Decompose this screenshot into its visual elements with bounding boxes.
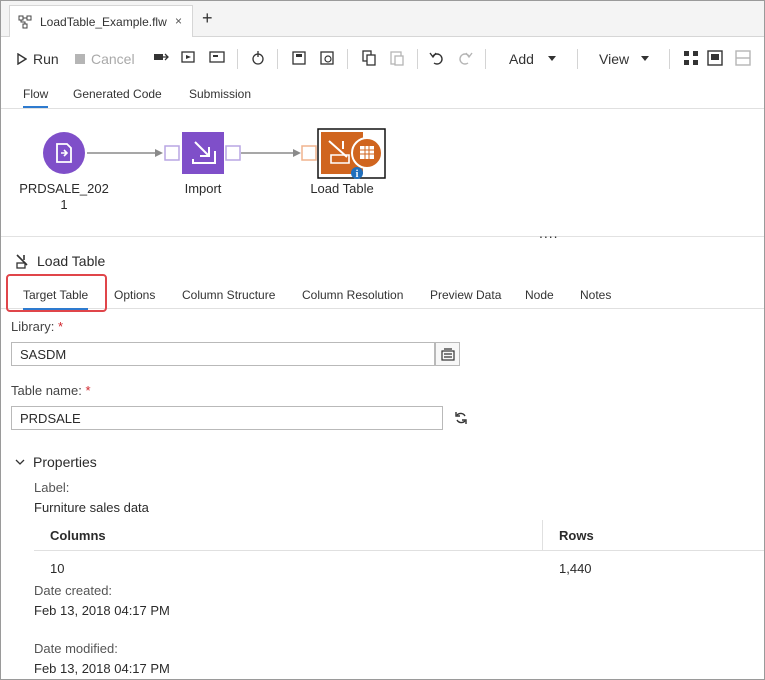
source-node-label-line1: PRDSALE_202 bbox=[19, 181, 109, 196]
library-label: Library: * bbox=[11, 319, 63, 334]
browse-library-button[interactable] bbox=[435, 342, 460, 366]
load-table-node-label: Load Table bbox=[310, 181, 374, 196]
view-tabs: Flow Generated Code Submission bbox=[1, 81, 764, 109]
view-menu-button[interactable]: View bbox=[599, 49, 650, 69]
tab-submission[interactable]: Submission bbox=[189, 87, 251, 101]
panel-title: Load Table bbox=[15, 253, 105, 269]
run-button[interactable]: Run bbox=[17, 49, 59, 69]
run-node-icon[interactable] bbox=[209, 50, 225, 66]
columns-value: 10 bbox=[50, 561, 65, 576]
schedule-icon[interactable] bbox=[250, 50, 266, 66]
load-table-small-icon bbox=[16, 254, 28, 269]
save-icon[interactable] bbox=[291, 50, 307, 66]
table-icon bbox=[360, 146, 374, 159]
label-field-label: Label: bbox=[34, 480, 70, 495]
library-field[interactable]: SASDM bbox=[11, 342, 435, 366]
redo-icon[interactable] bbox=[457, 50, 473, 66]
run-to-node-icon[interactable] bbox=[153, 50, 169, 66]
table-header: Columns Rows bbox=[34, 520, 764, 551]
add-menu-button[interactable]: Add bbox=[509, 49, 556, 69]
properties-label: Properties bbox=[33, 454, 97, 470]
document-tab[interactable]: LoadTable_Example.flw × bbox=[9, 5, 193, 37]
required-mark: * bbox=[57, 319, 64, 334]
import-node-label: Import bbox=[184, 181, 222, 196]
date-modified-value: Feb 13, 2018 04:17 PM bbox=[34, 661, 170, 676]
source-node-label: PRDSALE_202 1 bbox=[15, 181, 113, 213]
new-tab-button[interactable]: + bbox=[202, 7, 213, 29]
connector-arrow bbox=[293, 149, 301, 157]
run-from-node-icon[interactable] bbox=[181, 50, 197, 66]
copy-icon[interactable] bbox=[361, 50, 377, 66]
cancel-label: Cancel bbox=[91, 51, 135, 67]
flow-diagram: i bbox=[43, 128, 386, 180]
date-created-label: Date created: bbox=[34, 583, 113, 598]
column-divider bbox=[542, 520, 543, 551]
run-label: Run bbox=[33, 51, 59, 67]
table-name-label-text: Table name: bbox=[11, 383, 82, 398]
tab-options[interactable]: Options bbox=[114, 288, 155, 302]
import-output-port bbox=[225, 145, 241, 161]
tab-node[interactable]: Node bbox=[525, 288, 554, 302]
load-table-input-port bbox=[301, 145, 317, 161]
table-name-field[interactable]: PRDSALE bbox=[11, 406, 443, 430]
source-node-label-line2: 1 bbox=[60, 197, 68, 212]
view-label: View bbox=[599, 51, 630, 67]
rows-value: 1,440 bbox=[559, 561, 592, 576]
chevron-down-icon bbox=[641, 56, 650, 61]
date-created-value: Feb 13, 2018 04:17 PM bbox=[34, 603, 170, 618]
library-browse-icon bbox=[440, 348, 455, 361]
close-tab-icon[interactable]: × bbox=[175, 14, 182, 28]
label-field-value: Furniture sales data bbox=[34, 500, 149, 515]
undo-icon[interactable] bbox=[429, 50, 445, 66]
chevron-down-icon bbox=[547, 56, 556, 61]
connector-arrow bbox=[155, 149, 163, 157]
document-tab-bar: LoadTable_Example.flw × + bbox=[1, 1, 764, 37]
panel-resize-handle[interactable]: .... bbox=[539, 226, 559, 240]
refresh-icon[interactable] bbox=[454, 411, 468, 425]
tab-notes[interactable]: Notes bbox=[580, 288, 611, 302]
cancel-button[interactable]: Cancel bbox=[75, 49, 135, 69]
rows-header: Rows bbox=[559, 528, 594, 543]
library-label-text: Library: bbox=[11, 319, 55, 334]
properties-section-toggle[interactable]: Properties bbox=[15, 454, 97, 470]
layout-panel-icon[interactable] bbox=[707, 50, 723, 66]
columns-header: Columns bbox=[50, 528, 106, 543]
document-tab-title: LoadTable_Example.flw bbox=[40, 14, 167, 29]
panel-title-text: Load Table bbox=[37, 253, 106, 269]
svg-text:i: i bbox=[356, 169, 359, 180]
required-mark: * bbox=[85, 383, 91, 398]
tab-preview-data[interactable]: Preview Data bbox=[430, 288, 501, 302]
flow-canvas[interactable]: i PRDSALE_202 1 Import Load Table .... bbox=[1, 111, 764, 240]
flow-file-icon bbox=[18, 15, 32, 28]
add-label: Add bbox=[509, 51, 534, 67]
paste-icon[interactable] bbox=[389, 50, 405, 66]
highlight-box bbox=[6, 274, 107, 312]
tab-flow[interactable]: Flow bbox=[23, 87, 49, 108]
properties-tabs: Target Table Options Column Structure Co… bbox=[1, 281, 764, 310]
flow-toolbar: Run Cancel Add View bbox=[1, 41, 764, 77]
run-icon bbox=[17, 53, 27, 65]
chevron-down-icon bbox=[15, 459, 25, 465]
tab-column-resolution[interactable]: Column Resolution bbox=[302, 288, 403, 302]
save-as-icon[interactable] bbox=[319, 50, 335, 66]
tab-generated-code[interactable]: Generated Code bbox=[73, 87, 162, 101]
import-node bbox=[182, 132, 224, 174]
table-name-label: Table name: * bbox=[11, 383, 91, 398]
layout-grid-icon[interactable] bbox=[683, 50, 699, 66]
stop-icon bbox=[75, 54, 85, 64]
layout-split-icon[interactable] bbox=[735, 50, 751, 66]
tab-column-structure[interactable]: Column Structure bbox=[182, 288, 275, 302]
import-input-port bbox=[164, 145, 180, 161]
date-modified-label: Date modified: bbox=[34, 641, 118, 656]
